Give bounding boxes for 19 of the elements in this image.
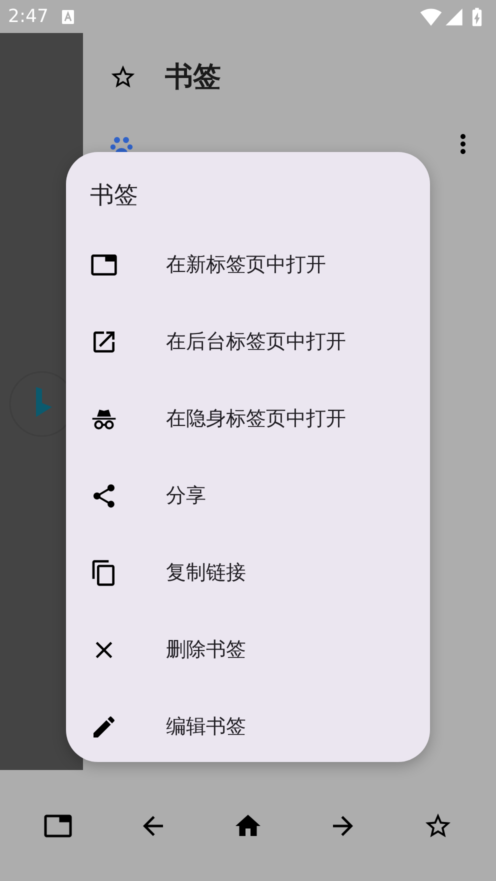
menu-item-label: 删除书签 xyxy=(166,636,246,663)
menu-item-label: 在后台标签页中打开 xyxy=(166,328,346,355)
menu-item[interactable]: 分享 xyxy=(66,457,430,534)
menu-item-label: 在新标签页中打开 xyxy=(166,251,326,278)
menu-item[interactable]: 在后台标签页中打开 xyxy=(66,303,430,380)
panel-title: 书签 xyxy=(165,59,221,95)
menu-item[interactable]: 删除书签 xyxy=(66,611,430,688)
menu-title: 书签 xyxy=(89,180,138,211)
notification-icon xyxy=(62,10,74,24)
menu-item-label: 编辑书签 xyxy=(166,713,246,740)
menu-item[interactable]: 编辑书签 xyxy=(66,688,430,765)
menu-item[interactable]: 复制链接 xyxy=(66,534,430,611)
menu-item[interactable]: 在隐身标签页中打开 xyxy=(66,380,430,457)
menu-item[interactable]: 在新标签页中打开 xyxy=(66,226,430,303)
menu-item-label: 分享 xyxy=(166,482,206,509)
menu-item-label: 复制链接 xyxy=(166,559,246,586)
status-time: 2:47 xyxy=(8,6,48,27)
menu-item-label: 在隐身标签页中打开 xyxy=(166,405,346,432)
signal-icon xyxy=(444,6,464,26)
